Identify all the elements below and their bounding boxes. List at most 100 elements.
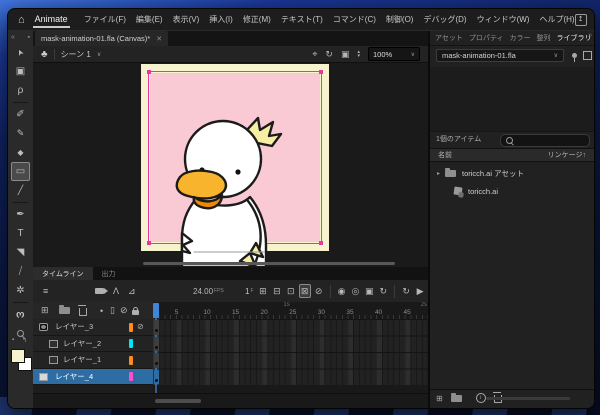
document-tab-close-icon[interactable]: ✕ (156, 35, 162, 43)
layer-row[interactable]: レイヤー_1 (33, 352, 153, 369)
rotate-stage-icon[interactable]: ↻ (325, 49, 333, 60)
menu-item[interactable]: ウィンドウ(W) (477, 14, 530, 25)
text-tool[interactable]: T (11, 224, 30, 243)
panel-tab-item[interactable]: プロパティ (469, 33, 504, 43)
modify-markers-button[interactable]: ↻ (377, 284, 389, 298)
zoom-stepper[interactable]: ▴ ▾ (357, 50, 360, 59)
hand-tool[interactable]: ω (11, 305, 30, 324)
layer-row[interactable]: レイヤー_2 (33, 335, 153, 352)
asset-warp-tool[interactable]: ✲ (11, 281, 30, 300)
share-icon[interactable]: ↥ (574, 13, 587, 26)
stepper-down-icon[interactable]: ▾ (357, 54, 360, 59)
layer-row[interactable]: レイヤー_4 (33, 368, 153, 385)
library-item-row[interactable]: toricch.ai (430, 182, 594, 200)
remove-frame-button[interactable]: ⊟ (271, 284, 283, 298)
classic-brush-tool[interactable]: ✎ (11, 124, 30, 143)
keyframe-cell[interactable] (153, 320, 159, 335)
menu-item[interactable]: 修正(M) (243, 14, 271, 25)
selection-handle[interactable] (319, 70, 323, 74)
frames-area[interactable]: 5 10 15 20 25 30 35 40 45 1s 2s (153, 302, 428, 407)
stage[interactable] (141, 64, 329, 267)
loop-button[interactable]: ↻ (400, 284, 412, 298)
toolbar-collapse-icon[interactable]: « (11, 34, 15, 41)
layer-name[interactable]: レイヤー_3 (55, 319, 117, 334)
menu-item[interactable]: デバッグ(D) (423, 14, 466, 25)
eraser-tool[interactable]: ◆ (11, 143, 30, 162)
layer-hidden-icon[interactable]: ⊘ (137, 319, 144, 334)
app-menu[interactable]: Animate (32, 11, 70, 28)
fill-color-chip[interactable] (11, 349, 25, 363)
layer-color-chip[interactable] (129, 339, 133, 348)
paint-bucket-tool[interactable]: ◥ (11, 243, 30, 262)
edit-multiple-frames-button[interactable]: ▣ (363, 284, 375, 298)
insert-blank-keyframe-button[interactable]: ⊠ (298, 284, 311, 298)
canvas-pasteboard[interactable] (33, 63, 428, 267)
menu-item[interactable]: 編集(E) (136, 14, 163, 25)
eyedropper-tool[interactable]: ⧸ (11, 262, 30, 281)
center-stage-icon[interactable]: ⌖ (312, 49, 317, 60)
menu-item[interactable]: ヘルプ(H) (539, 14, 574, 25)
timeline-scrollbar-track[interactable] (33, 393, 428, 408)
new-library-panel-icon[interactable] (583, 49, 594, 60)
menu-item[interactable]: コマンド(C) (333, 14, 376, 25)
menu-item[interactable]: 表示(V) (173, 14, 200, 25)
insert-frame-button[interactable]: ⊞ (257, 284, 269, 298)
selection-handle[interactable] (147, 70, 151, 74)
duck-character[interactable] (168, 115, 293, 267)
home-icon[interactable]: ⌂ (18, 14, 25, 26)
layer-name[interactable]: レイヤー_2 (63, 336, 125, 351)
timeline-scrollbar-thumb[interactable] (155, 399, 201, 403)
library-horizontal-scrollbar[interactable] (486, 397, 570, 400)
panel-tab-item[interactable]: 整列 (536, 33, 550, 43)
selection-handle[interactable] (147, 241, 151, 245)
lasso-tool[interactable]: ρ (11, 81, 30, 100)
library-search-input[interactable] (500, 134, 590, 147)
rectangle-tool[interactable]: ▭ (11, 162, 30, 181)
current-frame-display[interactable]: 1F (245, 280, 254, 302)
item-properties-icon[interactable]: i (475, 393, 486, 403)
layer-row[interactable]: レイヤー_3 ⊘ (33, 319, 153, 336)
keyframe-cell[interactable] (153, 353, 159, 368)
fluid-brush-tool[interactable]: ✐ (11, 105, 30, 124)
play-button[interactable]: ▶ (414, 284, 426, 298)
panel-tab-active[interactable]: ライブラリ (556, 33, 591, 43)
layer-name[interactable]: レイヤー_1 (63, 352, 125, 367)
layer-color-chip[interactable] (129, 372, 133, 381)
edit-scene-icon[interactable]: ♣ (41, 49, 48, 60)
layer-name[interactable]: レイヤー_4 (55, 369, 117, 384)
pin-library-icon[interactable] (572, 53, 577, 62)
subselection-tool[interactable]: ▣ (11, 62, 30, 81)
zoom-level-select[interactable]: 100% ∨ (368, 47, 420, 61)
library-column-headers[interactable]: 名前 リンケージ↑ (430, 148, 594, 162)
fill-mini-icon[interactable]: ▪ (12, 337, 14, 343)
toolbar-edit-icon[interactable]: ▪ (28, 34, 30, 41)
playhead[interactable] (153, 303, 159, 318)
linkage-column-header[interactable]: リンケージ↑ (548, 150, 586, 160)
tree-expand-icon[interactable]: ▸ (437, 170, 445, 177)
line-tool[interactable]: ╱ (11, 181, 30, 200)
clip-content-icon[interactable]: ▣ (341, 49, 350, 60)
scene-chevron-icon[interactable]: ∨ (97, 51, 101, 58)
layer-color-chip[interactable] (129, 355, 133, 365)
menu-item[interactable]: 制御(O) (386, 14, 414, 25)
layer-color-chip[interactable] (129, 322, 133, 332)
fps-display[interactable]: 24.00 FPS (193, 280, 224, 302)
library-item-row[interactable]: ▸ toricch.ai アセット (430, 164, 594, 182)
name-column-header[interactable]: 名前 (438, 150, 452, 160)
menu-item[interactable]: ファイル(F) (84, 14, 126, 25)
keyframe-cell[interactable] (153, 336, 159, 351)
frame-grid[interactable] (153, 319, 428, 385)
onion-skin-outlines-button[interactable]: ◎ (349, 284, 361, 298)
selection-tool[interactable]: ➤ (11, 43, 30, 62)
menu-item[interactable]: 挿入(I) (209, 14, 233, 25)
new-folder-icon[interactable] (450, 392, 462, 402)
scene-name[interactable]: シーン 1 (61, 49, 91, 60)
canvas-horizontal-scrollbar[interactable] (143, 262, 395, 265)
library-document-select[interactable]: mask-animation-01.fla ∨ (436, 49, 564, 62)
onion-skin-button[interactable]: ◉ (336, 284, 348, 298)
panel-tab-item[interactable]: カラー (509, 33, 530, 43)
panel-collapse-icon[interactable]: » (588, 32, 592, 39)
insert-keyframe-button[interactable]: ⊡ (285, 284, 297, 298)
selection-handle[interactable] (319, 241, 323, 245)
panel-tab-item[interactable]: アセット (435, 33, 463, 43)
